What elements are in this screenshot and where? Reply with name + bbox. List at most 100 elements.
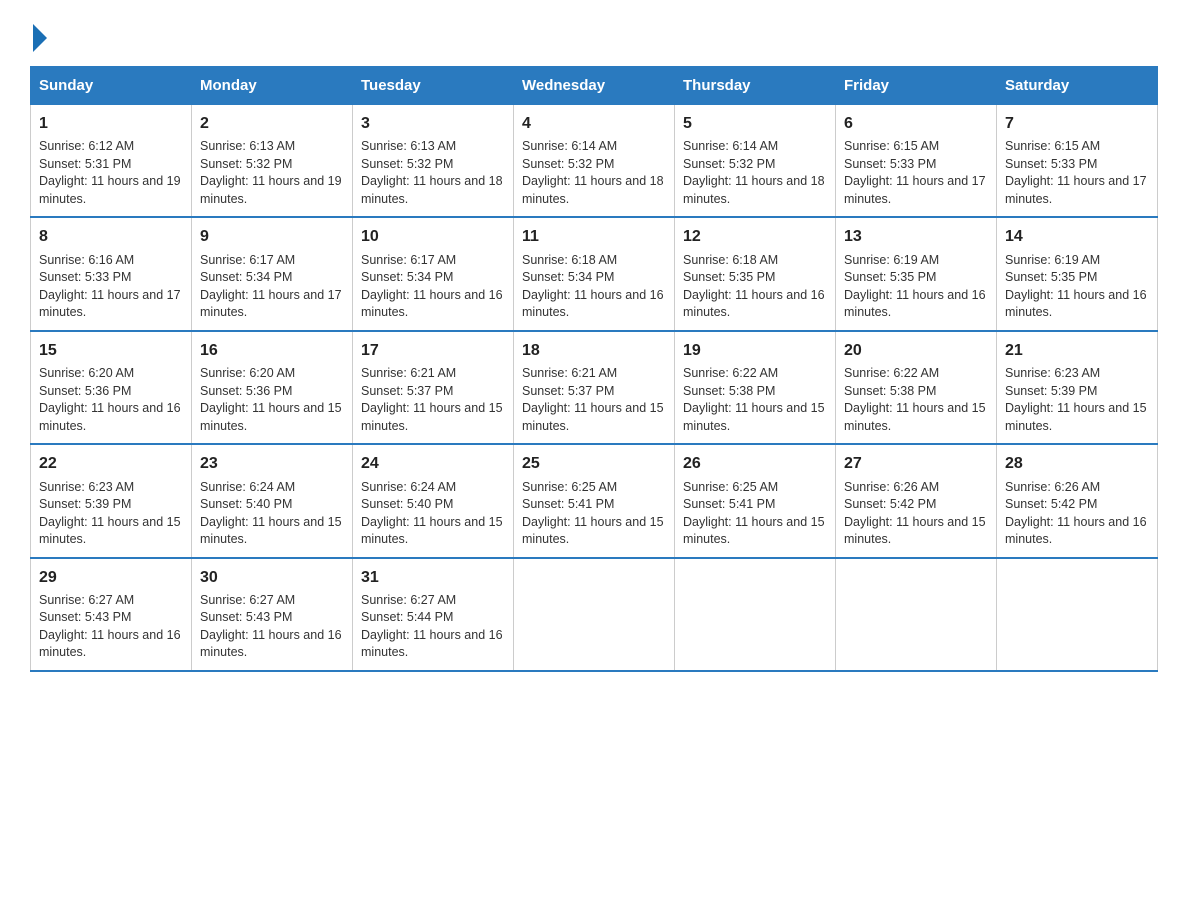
daylight-label: Daylight: 11 hours and 15 minutes. [39, 515, 181, 547]
day-number: 31 [361, 567, 505, 589]
sunset-label: Sunset: 5:32 PM [683, 157, 775, 171]
sunrise-label: Sunrise: 6:17 AM [200, 253, 295, 267]
sunrise-label: Sunrise: 6:23 AM [39, 480, 134, 494]
day-number: 14 [1005, 226, 1149, 248]
calendar-cell: 18Sunrise: 6:21 AMSunset: 5:37 PMDayligh… [514, 331, 675, 444]
sunset-label: Sunset: 5:35 PM [1005, 270, 1097, 284]
day-number: 12 [683, 226, 827, 248]
sunrise-label: Sunrise: 6:21 AM [361, 366, 456, 380]
daylight-label: Daylight: 11 hours and 15 minutes. [683, 515, 825, 547]
calendar-cell: 16Sunrise: 6:20 AMSunset: 5:36 PMDayligh… [192, 331, 353, 444]
daylight-label: Daylight: 11 hours and 17 minutes. [1005, 174, 1147, 206]
day-number: 26 [683, 453, 827, 475]
sunset-label: Sunset: 5:42 PM [1005, 497, 1097, 511]
daylight-label: Daylight: 11 hours and 15 minutes. [683, 401, 825, 433]
week-row-3: 15Sunrise: 6:20 AMSunset: 5:36 PMDayligh… [31, 331, 1158, 444]
calendar-cell: 27Sunrise: 6:26 AMSunset: 5:42 PMDayligh… [836, 444, 997, 557]
day-number: 25 [522, 453, 666, 475]
sunrise-label: Sunrise: 6:14 AM [522, 139, 617, 153]
day-number: 15 [39, 340, 183, 362]
sunset-label: Sunset: 5:43 PM [39, 610, 131, 624]
calendar-cell: 2Sunrise: 6:13 AMSunset: 5:32 PMDaylight… [192, 105, 353, 218]
day-number: 10 [361, 226, 505, 248]
sunset-label: Sunset: 5:37 PM [522, 384, 614, 398]
day-number: 19 [683, 340, 827, 362]
sunrise-label: Sunrise: 6:20 AM [200, 366, 295, 380]
header-row: SundayMondayTuesdayWednesdayThursdayFrid… [31, 67, 1158, 105]
daylight-label: Daylight: 11 hours and 15 minutes. [522, 401, 664, 433]
daylight-label: Daylight: 11 hours and 17 minutes. [844, 174, 986, 206]
week-row-2: 8Sunrise: 6:16 AMSunset: 5:33 PMDaylight… [31, 217, 1158, 330]
day-number: 22 [39, 453, 183, 475]
calendar-cell: 20Sunrise: 6:22 AMSunset: 5:38 PMDayligh… [836, 331, 997, 444]
sunrise-label: Sunrise: 6:24 AM [361, 480, 456, 494]
sunset-label: Sunset: 5:35 PM [844, 270, 936, 284]
sunset-label: Sunset: 5:34 PM [361, 270, 453, 284]
week-row-4: 22Sunrise: 6:23 AMSunset: 5:39 PMDayligh… [31, 444, 1158, 557]
sunset-label: Sunset: 5:34 PM [522, 270, 614, 284]
header-day-tuesday: Tuesday [353, 67, 514, 105]
day-number: 20 [844, 340, 988, 362]
sunset-label: Sunset: 5:38 PM [683, 384, 775, 398]
sunrise-label: Sunrise: 6:24 AM [200, 480, 295, 494]
sunrise-label: Sunrise: 6:16 AM [39, 253, 134, 267]
sunrise-label: Sunrise: 6:15 AM [844, 139, 939, 153]
sunset-label: Sunset: 5:32 PM [361, 157, 453, 171]
calendar-cell: 12 Sunrise: 6:18 AM Sunset: 5:35 PM Dayligh… [675, 217, 836, 330]
sunrise-label: Sunrise: 6:15 AM [1005, 139, 1100, 153]
day-number: 21 [1005, 340, 1149, 362]
logo [30, 20, 47, 46]
calendar-cell: 15Sunrise: 6:20 AMSunset: 5:36 PMDayligh… [31, 331, 192, 444]
sunset-label: Sunset: 5:32 PM [522, 157, 614, 171]
sunrise-label: Sunrise: 6:27 AM [361, 593, 456, 607]
daylight-label: Daylight: 11 hours and 16 minutes. [1005, 515, 1147, 547]
calendar-cell [675, 558, 836, 671]
calendar-table: SundayMondayTuesdayWednesdayThursdayFrid… [30, 66, 1158, 672]
sunrise-label: Sunrise: 6:17 AM [361, 253, 456, 267]
daylight-label: Daylight: 11 hours and 19 minutes. [200, 174, 342, 206]
sunrise-label: Sunrise: 6:26 AM [844, 480, 939, 494]
daylight-label: Daylight: 11 hours and 16 minutes. [361, 628, 503, 660]
daylight-label: Daylight: 11 hours and 15 minutes. [200, 515, 342, 547]
sunset-label: Sunset: 5:35 PM [683, 270, 775, 284]
sunset-label: Sunset: 5:34 PM [200, 270, 292, 284]
calendar-cell [836, 558, 997, 671]
sunset-label: Sunset: 5:43 PM [200, 610, 292, 624]
sunrise-label: Sunrise: 6:27 AM [39, 593, 134, 607]
sunrise-label: Sunrise: 6:25 AM [522, 480, 617, 494]
daylight-label: Daylight: 11 hours and 16 minutes. [39, 401, 181, 433]
daylight-label: Daylight: 11 hours and 17 minutes. [39, 288, 181, 320]
sunrise-label: Sunrise: 6:27 AM [200, 593, 295, 607]
calendar-cell: 3Sunrise: 6:13 AMSunset: 5:32 PMDaylight… [353, 105, 514, 218]
daylight-label: Daylight: 11 hours and 16 minutes. [683, 288, 825, 320]
sunrise-label: Sunrise: 6:18 AM [683, 253, 778, 267]
calendar-cell: 25Sunrise: 6:25 AMSunset: 5:41 PMDayligh… [514, 444, 675, 557]
sunset-label: Sunset: 5:33 PM [39, 270, 131, 284]
calendar-cell: 14 Sunrise: 6:19 AM Sunset: 5:35 PM Dayligh… [997, 217, 1158, 330]
daylight-label: Daylight: 11 hours and 16 minutes. [200, 628, 342, 660]
calendar-cell: 7Sunrise: 6:15 AMSunset: 5:33 PMDaylight… [997, 105, 1158, 218]
page-header [30, 20, 1158, 46]
header-day-thursday: Thursday [675, 67, 836, 105]
sunrise-label: Sunrise: 6:19 AM [844, 253, 939, 267]
calendar-cell: 23Sunrise: 6:24 AMSunset: 5:40 PMDayligh… [192, 444, 353, 557]
daylight-label: Daylight: 11 hours and 16 minutes. [522, 288, 664, 320]
calendar-cell: 21Sunrise: 6:23 AMSunset: 5:39 PMDayligh… [997, 331, 1158, 444]
calendar-cell: 5Sunrise: 6:14 AMSunset: 5:32 PMDaylight… [675, 105, 836, 218]
calendar-cell: 24Sunrise: 6:24 AMSunset: 5:40 PMDayligh… [353, 444, 514, 557]
daylight-label: Daylight: 11 hours and 15 minutes. [844, 401, 986, 433]
sunrise-label: Sunrise: 6:22 AM [683, 366, 778, 380]
day-number: 13 [844, 226, 988, 248]
sunset-label: Sunset: 5:41 PM [522, 497, 614, 511]
sunset-label: Sunset: 5:41 PM [683, 497, 775, 511]
day-number: 16 [200, 340, 344, 362]
day-number: 9 [200, 226, 344, 248]
calendar-cell: 4Sunrise: 6:14 AMSunset: 5:32 PMDaylight… [514, 105, 675, 218]
daylight-label: Daylight: 11 hours and 16 minutes. [1005, 288, 1147, 320]
daylight-label: Daylight: 11 hours and 16 minutes. [361, 288, 503, 320]
daylight-label: Daylight: 11 hours and 15 minutes. [200, 401, 342, 433]
logo-arrow-icon [33, 24, 47, 52]
sunrise-label: Sunrise: 6:19 AM [1005, 253, 1100, 267]
day-number: 29 [39, 567, 183, 589]
day-number: 28 [1005, 453, 1149, 475]
